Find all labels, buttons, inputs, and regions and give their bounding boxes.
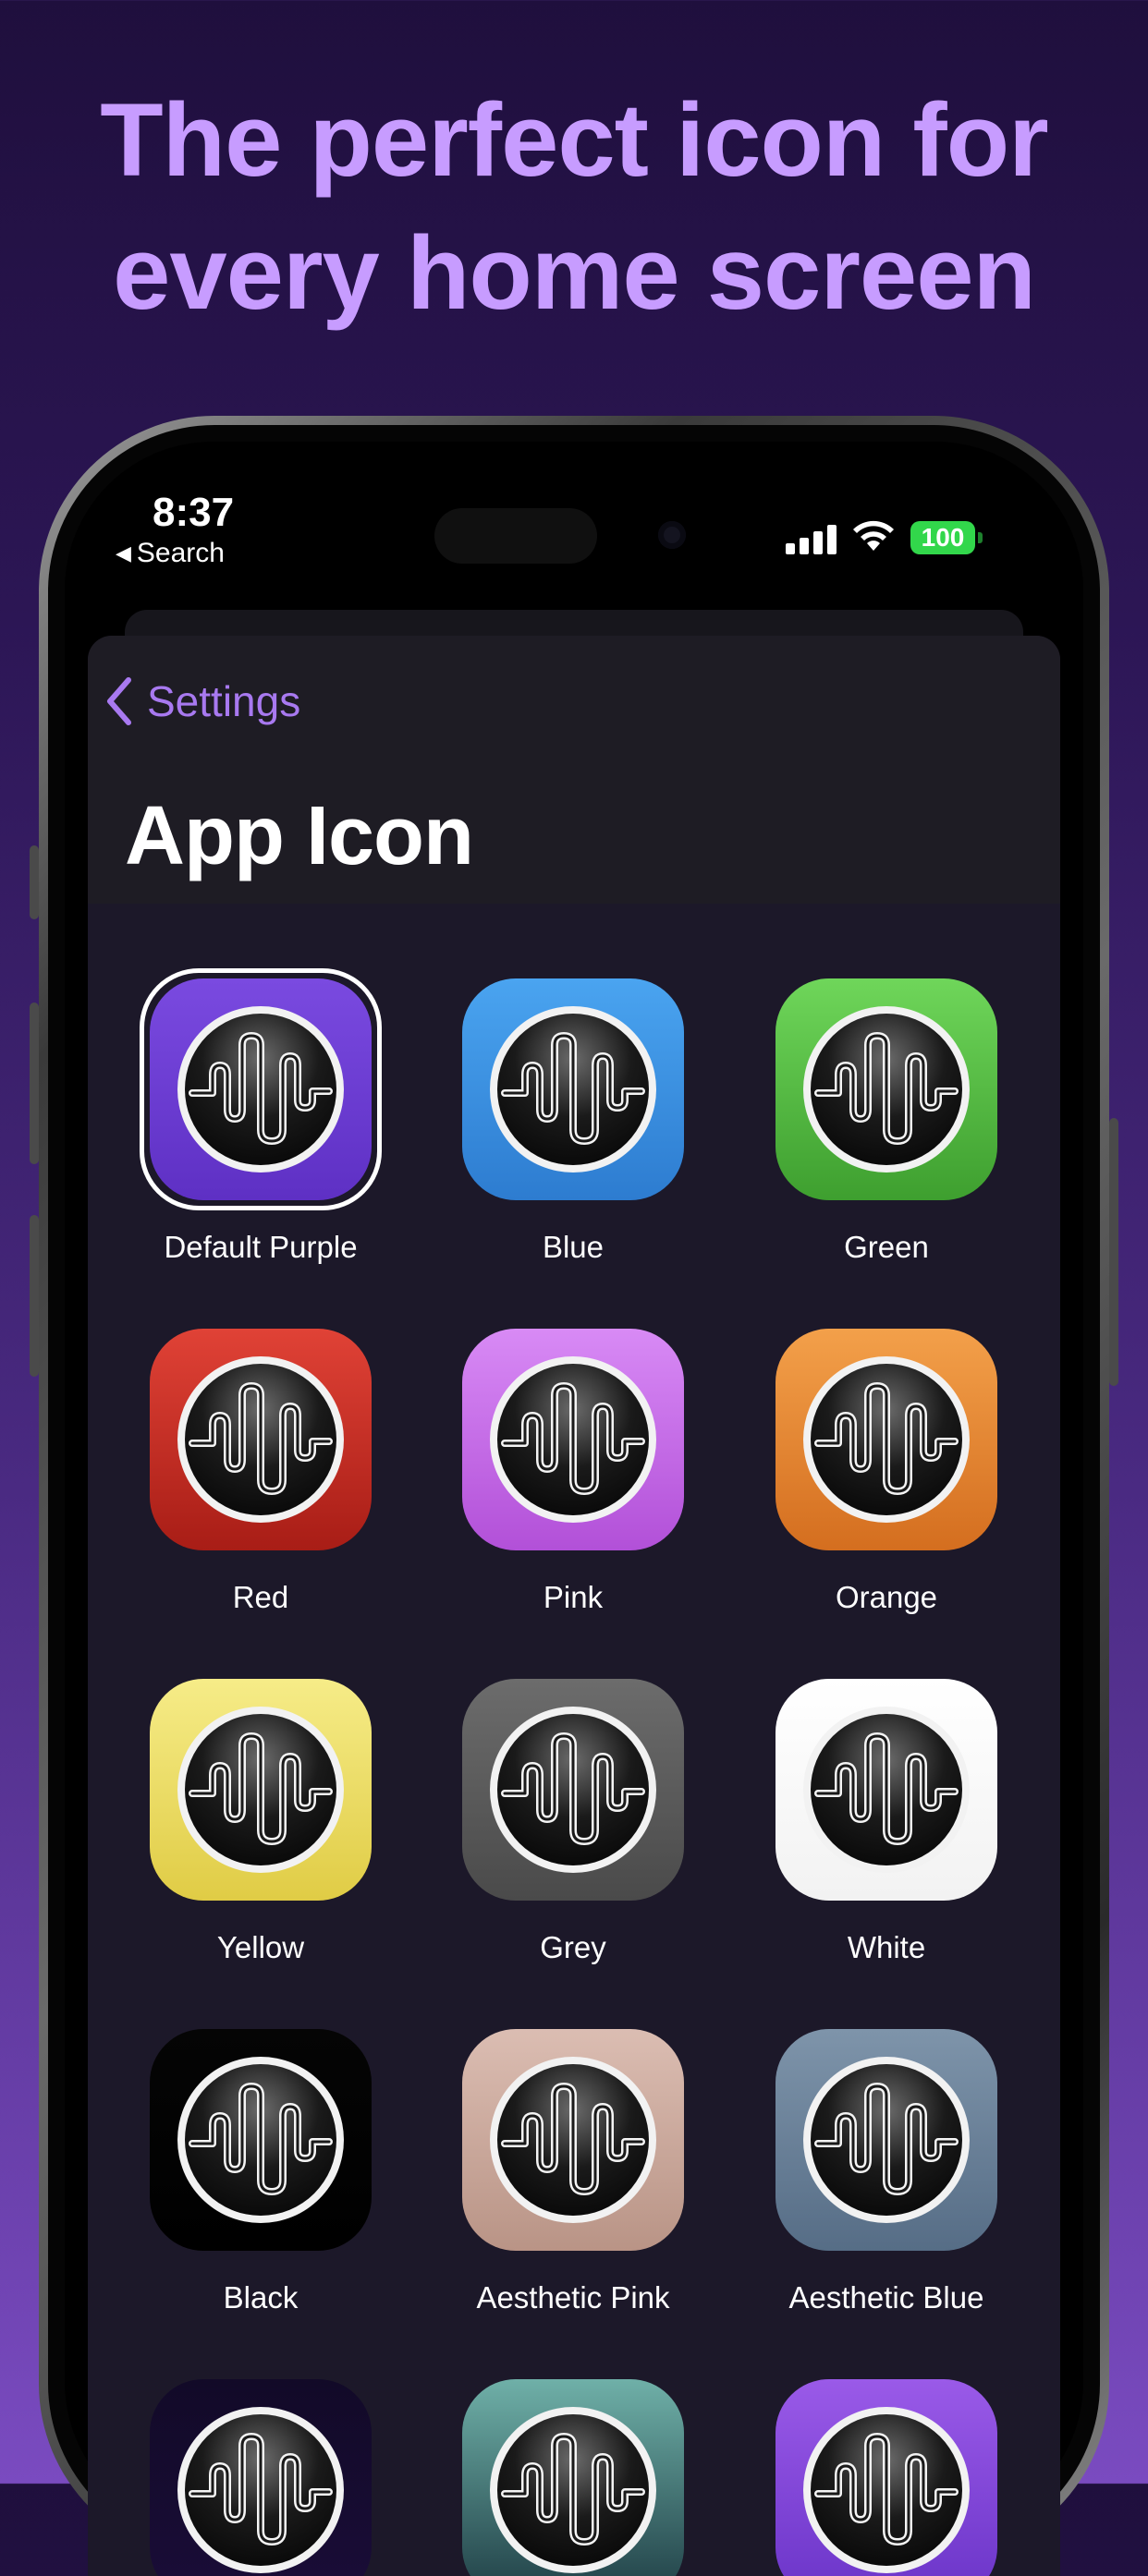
app-icon-option[interactable]	[462, 1679, 684, 1901]
camera-icon	[658, 521, 686, 549]
app-icon-option[interactable]	[776, 2029, 997, 2251]
settings-back-button[interactable]: Settings	[104, 676, 300, 726]
settings-back-label: Settings	[147, 677, 301, 725]
phone-volume-down	[30, 1215, 39, 1377]
app-icon-option[interactable]	[462, 978, 684, 1200]
app-icon-option[interactable]	[462, 2029, 684, 2251]
waveform-logo-icon	[803, 2057, 970, 2223]
app-icon-label: Black	[223, 2280, 299, 2315]
waveform-logo-icon	[177, 1356, 344, 1523]
waveform-logo-icon	[490, 1707, 656, 1873]
phone-power-button	[1109, 1118, 1118, 1386]
status-time: 8:37	[153, 490, 235, 535]
status-back-link[interactable]: ◀ Search	[116, 538, 225, 569]
app-icon-option[interactable]	[150, 978, 372, 1200]
headline: The perfect icon for every home screen	[0, 74, 1148, 340]
app-icon-option[interactable]	[150, 1679, 372, 1901]
app-icon-label: Yellow	[216, 1930, 305, 1964]
app-icon-sheet: Settings App Icon Default Purple Blue Gree…	[88, 636, 1060, 2576]
status-back-label: Search	[136, 538, 225, 568]
battery-indicator: 100	[910, 521, 975, 554]
app-icon-option[interactable]	[776, 1329, 997, 1550]
app-icon-label: White	[847, 1930, 926, 1964]
waveform-logo-icon	[177, 1707, 344, 1873]
waveform-logo-icon	[177, 1006, 344, 1173]
app-icon-label: Grey	[540, 1930, 606, 1964]
phone-volume-up	[30, 1002, 39, 1164]
waveform-logo-icon	[177, 2407, 344, 2573]
waveform-logo-icon	[803, 1707, 970, 1873]
app-icon-option[interactable]	[776, 2379, 997, 2576]
app-icon-option[interactable]	[776, 978, 997, 1200]
waveform-logo-icon	[490, 1006, 656, 1173]
app-icon-option[interactable]	[776, 1679, 997, 1901]
app-icon-label: Default Purple	[164, 1230, 358, 1264]
cellular-signal-icon	[786, 523, 837, 554]
waveform-logo-icon	[177, 2057, 344, 2223]
dynamic-island	[434, 508, 597, 564]
app-icon-label: Red	[232, 1580, 289, 1614]
app-icon-label: Pink	[543, 1580, 604, 1614]
waveform-logo-icon	[490, 2407, 656, 2573]
app-icon-option[interactable]	[462, 1329, 684, 1550]
app-icon-option[interactable]	[150, 2029, 372, 2251]
app-icon-option[interactable]	[462, 2379, 684, 2576]
waveform-logo-icon	[803, 1006, 970, 1173]
app-icon-option[interactable]	[150, 2379, 372, 2576]
chevron-left-icon	[107, 677, 131, 725]
app-icon-label: Blue	[542, 1230, 605, 1264]
app-icon-label: Aesthetic Blue	[788, 2280, 984, 2315]
app-icon-label: Aesthetic Pink	[476, 2280, 670, 2315]
headline-line-1: The perfect icon for	[100, 82, 1048, 198]
battery-tip	[978, 532, 983, 543]
waveform-logo-icon	[803, 1356, 970, 1523]
app-icon-label: Orange	[835, 1580, 938, 1614]
back-triangle-icon: ◀	[116, 541, 131, 565]
page-title: App Icon	[125, 790, 474, 882]
app-icon-option[interactable]	[150, 1329, 372, 1550]
waveform-logo-icon	[490, 2057, 656, 2223]
waveform-logo-icon	[803, 2407, 970, 2573]
wifi-icon	[853, 520, 894, 551]
app-icon-label: Green	[844, 1230, 929, 1264]
waveform-logo-icon	[490, 1356, 656, 1523]
phone-side-button	[30, 845, 39, 919]
headline-line-2: every home screen	[113, 215, 1036, 331]
